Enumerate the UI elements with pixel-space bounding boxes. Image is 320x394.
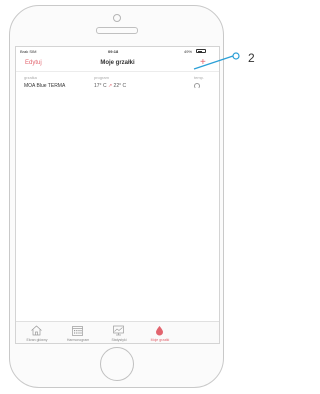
callout-pointer [193,52,240,70]
callout-number: 2 [248,51,255,65]
